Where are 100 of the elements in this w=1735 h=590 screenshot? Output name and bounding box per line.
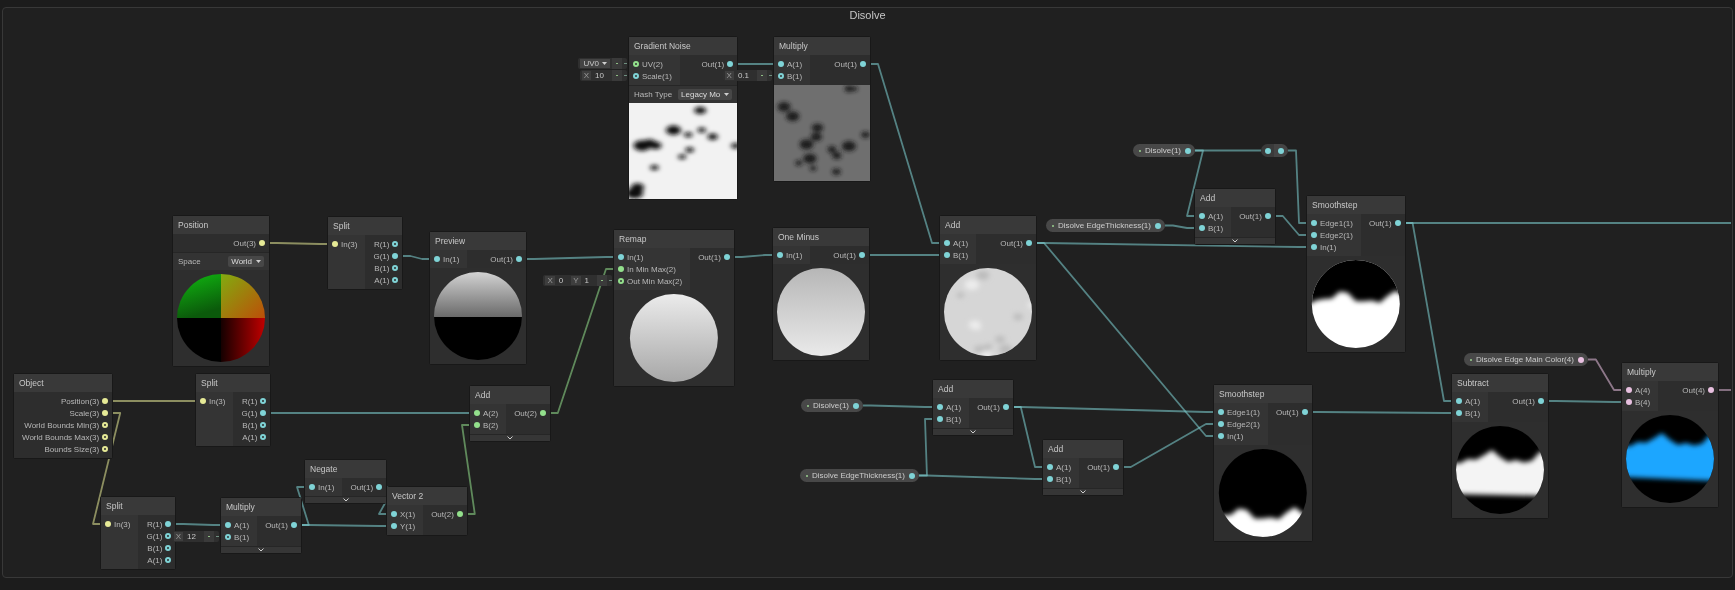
port-icon[interactable] <box>1002 404 1009 410</box>
graph-node[interactable]: One Minus In(1) Out(1) <box>773 228 869 360</box>
port-icon[interactable] <box>1199 213 1205 219</box>
port-icon[interactable] <box>1456 398 1462 404</box>
property-node[interactable]: Disolve(1) <box>801 399 863 412</box>
property-node[interactable]: Disolve(1) <box>1133 144 1195 157</box>
port-icon[interactable] <box>778 73 784 79</box>
port-icon[interactable] <box>105 521 111 527</box>
value-field[interactable]: X 12 <box>171 531 219 542</box>
port-icon[interactable] <box>1218 409 1224 415</box>
port-icon[interactable] <box>1708 387 1714 393</box>
port-icon[interactable] <box>859 252 865 258</box>
value-field[interactable]: X 10 <box>579 70 627 81</box>
graph-node[interactable]: Add A(2) B(2) Out(2) <box>470 386 550 441</box>
port-icon[interactable] <box>727 61 734 67</box>
port-icon[interactable] <box>618 254 624 260</box>
port-icon[interactable] <box>1311 244 1317 250</box>
port-icon[interactable] <box>1154 222 1161 229</box>
port-icon[interactable] <box>1047 476 1053 482</box>
port-icon[interactable] <box>723 254 730 260</box>
port-icon[interactable] <box>1538 398 1544 404</box>
dropdown[interactable]: World <box>228 256 264 267</box>
port-icon[interactable] <box>618 266 624 272</box>
graph-node[interactable]: Add A(1) B(1) Out(1) <box>933 380 1013 435</box>
property-node[interactable]: Disolve EdgeThickness(1) <box>800 469 919 482</box>
port-icon[interactable] <box>456 511 463 517</box>
graph-node[interactable]: Vector 2 X(1) Y(1) Out(2) <box>387 487 467 535</box>
port-icon[interactable] <box>392 241 399 247</box>
port-icon[interactable] <box>1185 147 1191 154</box>
graph-node[interactable]: Position Out(3) Space World <box>173 216 269 366</box>
port-icon[interactable] <box>944 252 950 258</box>
port-icon[interactable] <box>102 446 109 452</box>
port-icon[interactable] <box>1626 387 1632 393</box>
port-icon[interactable] <box>165 521 172 527</box>
port-icon[interactable] <box>260 434 267 440</box>
value-field[interactable]: X 0.1 <box>722 70 772 81</box>
graph-node[interactable]: Add A(1) B(1) Out(1) <box>1043 440 1123 495</box>
port-icon[interactable] <box>290 522 297 528</box>
port-icon[interactable] <box>1394 220 1401 226</box>
port-icon[interactable] <box>1456 410 1462 416</box>
graph-node[interactable]: Split In(3) R(1) G(1) B(1) A(1) <box>196 374 271 446</box>
port-icon[interactable] <box>618 278 624 284</box>
port-icon[interactable] <box>260 410 267 416</box>
port-icon[interactable] <box>392 253 399 259</box>
property-node[interactable]: Disolve EdgeThickness(1) <box>1046 219 1165 232</box>
port-icon[interactable] <box>539 410 546 416</box>
graph-node[interactable]: Split In(3) R(1) G(1) B(1) A(1) <box>101 497 176 569</box>
port-icon[interactable] <box>165 557 172 563</box>
port-icon[interactable] <box>376 484 383 490</box>
port-icon[interactable] <box>944 240 950 246</box>
port-icon[interactable] <box>937 416 943 422</box>
dropdown[interactable]: UV0 <box>578 58 627 69</box>
port-icon[interactable] <box>1047 464 1053 470</box>
port-icon[interactable] <box>633 61 639 67</box>
port-icon[interactable] <box>908 472 915 479</box>
port-icon[interactable] <box>633 73 639 79</box>
port-icon[interactable] <box>853 402 859 409</box>
graph-node[interactable]: Split In(3) R(1) G(1) B(1) A(1) <box>328 217 403 289</box>
port-icon[interactable] <box>1311 220 1317 226</box>
port-icon[interactable] <box>1577 356 1584 363</box>
port-icon[interactable] <box>260 398 267 404</box>
port-icon[interactable] <box>516 256 522 262</box>
property-node[interactable]: Disolve Edge Main Color(4) <box>1464 353 1588 366</box>
port-icon[interactable] <box>1265 147 1271 154</box>
port-icon[interactable] <box>1218 421 1224 427</box>
port-icon[interactable] <box>165 545 172 551</box>
port-icon[interactable] <box>259 240 265 246</box>
port-icon[interactable] <box>260 422 267 428</box>
port-icon[interactable] <box>392 277 399 283</box>
port-icon[interactable] <box>309 484 315 490</box>
port-icon[interactable] <box>200 398 206 404</box>
port-icon[interactable] <box>1278 147 1284 154</box>
graph-node[interactable]: Smoothstep Edge1(1) Edge2(1) In(1) Out(1) <box>1214 385 1312 541</box>
graph-node[interactable]: Object Position(3) Scale(3) World Bounds Min(3) World Bounds Max(3) Bounds Size(3) <box>14 374 113 458</box>
port-icon[interactable] <box>1199 225 1205 231</box>
dropdown[interactable]: Legacy Mo <box>678 89 733 100</box>
port-icon[interactable] <box>1112 464 1119 470</box>
value-field[interactable]: X 0 Y 1 <box>543 275 612 286</box>
port-icon[interactable] <box>474 410 480 416</box>
port-icon[interactable] <box>102 410 109 416</box>
port-icon[interactable] <box>937 404 943 410</box>
port-icon[interactable] <box>1301 409 1308 415</box>
port-icon[interactable] <box>225 522 231 528</box>
port-icon[interactable] <box>102 422 109 428</box>
graph-node[interactable]: Negate In(1) Out(1) <box>305 460 387 503</box>
port-icon[interactable] <box>1264 213 1271 219</box>
port-icon[interactable] <box>391 511 397 517</box>
port-icon[interactable] <box>392 265 399 271</box>
port-icon[interactable] <box>332 241 338 247</box>
graph-node[interactable]: Add A(1) B(1) Out(1) <box>940 216 1036 360</box>
port-icon[interactable] <box>1626 399 1632 405</box>
port-icon[interactable] <box>391 523 397 529</box>
port-icon[interactable] <box>777 252 783 258</box>
port-icon[interactable] <box>474 422 480 428</box>
port-icon[interactable] <box>1218 433 1224 439</box>
port-icon[interactable] <box>102 398 109 404</box>
port-icon[interactable] <box>1311 232 1317 238</box>
graph-node[interactable]: Multiply A(4) B(4) Out(4) <box>1622 363 1718 507</box>
graph-node[interactable]: Smoothstep Edge1(1) Edge2(1) In(1) Out(1) <box>1307 196 1405 352</box>
port-icon[interactable] <box>860 61 866 67</box>
